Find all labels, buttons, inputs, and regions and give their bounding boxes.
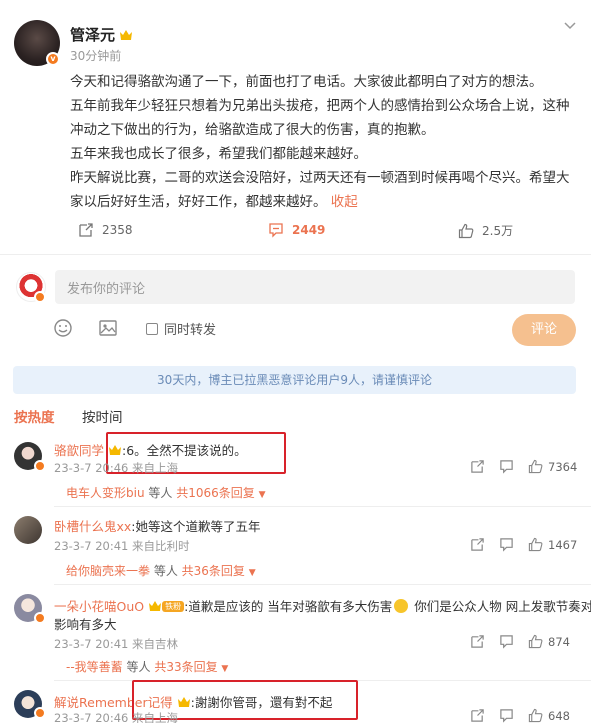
comment-icon[interactable]: [499, 537, 514, 552]
checkbox[interactable]: [146, 322, 158, 335]
tab-hot[interactable]: 按热度: [14, 406, 55, 426]
post-time: 30分钟前: [70, 49, 122, 63]
repost-icon[interactable]: [470, 459, 485, 474]
comment-text: :道歉是应该的 当年对骆歆有多大伤害: [184, 599, 393, 614]
fan-badge: 铁粉: [162, 601, 185, 612]
comment-input[interactable]: 发布你的评论: [55, 270, 575, 304]
comment-text-cont: 你们是公众人物 网上发歌节奏对别人: [414, 599, 591, 614]
comment-meta: 23-3-7 20:46 来自上海: [54, 461, 179, 475]
comment-icon[interactable]: [499, 459, 514, 474]
repost-button[interactable]: 2358: [78, 222, 133, 238]
reply-summary[interactable]: 电车人变形biu 等人 共1066条回复 ▼: [66, 484, 266, 501]
reply-summary[interactable]: 给你脑壳来一拳 等人 共36条回复 ▼: [66, 562, 256, 579]
comment-meta: 23-3-7 20:41 来自比利时: [54, 539, 190, 553]
comment-icon[interactable]: [499, 708, 514, 723]
comment-actions: 1467: [470, 537, 577, 552]
submit-comment-button[interactable]: 评论: [512, 314, 576, 346]
comment-author[interactable]: 卧槽什么鬼xx: [54, 519, 131, 534]
comment-actions: 648: [470, 708, 570, 723]
comment-like-button[interactable]: 7364: [528, 459, 577, 474]
tab-time[interactable]: 按时间: [82, 406, 123, 426]
comment-like-button[interactable]: 1467: [528, 537, 577, 552]
forward-checkbox[interactable]: 同时转发: [146, 319, 216, 338]
verified-badge-icon: v: [46, 52, 60, 66]
post-paragraph: 今天和记得骆歆沟通了一下，前面也打了电话。大家彼此都明白了对方的想法。: [70, 74, 543, 90]
divider: [54, 584, 591, 585]
post-paragraph: 五年前我年少轻狂只想着为兄弟出头拔疮，把两个人的感情抬到公众场合上说，这种冲动之…: [70, 98, 570, 138]
repost-icon: [79, 223, 93, 237]
comment-actions: 7364: [470, 459, 577, 474]
post-body: 今天和记得骆歆沟通了一下，前面也打了电话。大家彼此都明白了对方的想法。 五年前我…: [70, 70, 575, 214]
crown-icon: [120, 30, 133, 40]
post-paragraph: 五年来我也成长了很多，希望我们都能越来越好。: [70, 146, 367, 162]
collapse-link[interactable]: 收起: [331, 194, 358, 210]
verified-badge-icon: [34, 612, 46, 624]
chevron-down-icon[interactable]: [563, 18, 577, 32]
repost-icon[interactable]: [470, 634, 485, 649]
thumbs-up-icon: [528, 537, 543, 552]
comment-meta: 23-3-7 20:46 来自上海: [54, 711, 179, 723]
emoji-icon[interactable]: [53, 318, 73, 338]
comment-author[interactable]: 骆歆同学: [54, 443, 104, 458]
thumbs-up-icon: [528, 708, 543, 723]
repost-icon[interactable]: [470, 708, 485, 723]
thumbs-up-icon: [458, 223, 474, 238]
verified-badge-icon: [34, 460, 46, 472]
comment-author[interactable]: 一朵小花喵OuO: [54, 599, 144, 614]
crown-icon: [149, 601, 162, 611]
divider: [0, 254, 591, 255]
comment-line: 卧槽什么鬼xx:她等这个道歉等了五年: [54, 516, 261, 535]
comment-icon[interactable]: [499, 634, 514, 649]
comment-line: 一朵小花喵OuO 铁粉:道歉是应该的 当年对骆歆有多大伤害 你们是公众人物 网上发…: [54, 596, 591, 615]
comment-icon: [269, 223, 283, 238]
divider: [54, 506, 591, 507]
emoji-icon: [394, 599, 409, 613]
verified-badge-icon: [34, 291, 46, 303]
comment-meta: 23-3-7 20:41 来自吉林: [54, 637, 179, 651]
reply-summary[interactable]: --我等善蓄 等人 共33条回复 ▼: [66, 658, 228, 675]
notice-banner: 30天内，博主已拉黑恶意评论用户9人，请谨慎评论: [13, 366, 576, 394]
comment-text: :她等这个道歉等了五年: [131, 519, 261, 534]
repost-icon[interactable]: [470, 537, 485, 552]
like-button[interactable]: 2.5万: [458, 222, 513, 239]
comment-text-line: 影响有多大: [54, 617, 117, 632]
comment-count-button[interactable]: 2449: [268, 222, 325, 238]
verified-badge-icon: [34, 707, 46, 719]
author-name[interactable]: 管泽元: [70, 24, 133, 45]
comment-like-button[interactable]: 648: [528, 708, 570, 723]
image-icon[interactable]: [98, 318, 118, 338]
thumbs-up-icon: [528, 459, 543, 474]
comment-avatar[interactable]: [14, 516, 42, 544]
thumbs-up-icon: [528, 634, 543, 649]
comment-like-button[interactable]: 874: [528, 634, 570, 649]
comment-actions: 874: [470, 634, 570, 649]
post-paragraph: 昨天解说比赛，二哥的欢送会没陪好，过两天还有一顿酒到时候再喝个尽兴。希望大家以后…: [70, 170, 570, 210]
